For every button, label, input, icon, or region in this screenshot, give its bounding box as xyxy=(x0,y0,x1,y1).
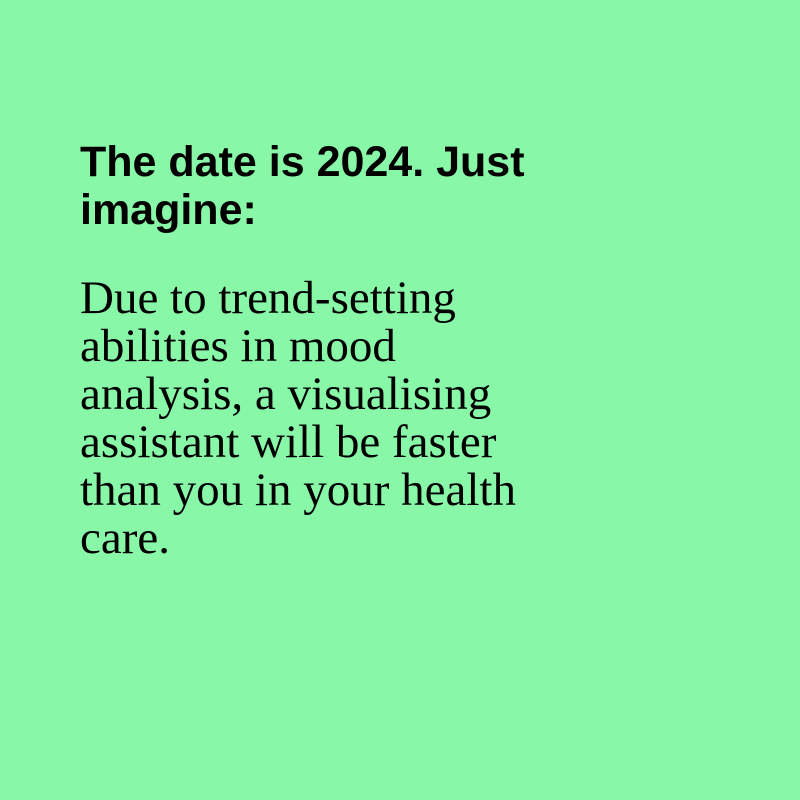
headline-line-1: The date is 2024. Just xyxy=(80,138,525,186)
body-line-3: analysis, a visualising xyxy=(80,368,492,420)
body-line-5: than you in your health xyxy=(80,464,516,516)
body-line-1: Due to trend-setting xyxy=(80,272,456,324)
headline: The date is 2024. Just imagine: xyxy=(80,138,700,234)
body-line-6: care. xyxy=(80,512,170,564)
headline-line-2: imagine: xyxy=(80,186,257,234)
quote-card: The date is 2024. Just imagine: Due to t… xyxy=(0,0,800,800)
body-line-2: abilities in mood xyxy=(80,320,396,372)
body-text: Due to trend-setting abilities in mood a… xyxy=(80,274,640,562)
body-line-4: assistant will be faster xyxy=(80,416,497,468)
